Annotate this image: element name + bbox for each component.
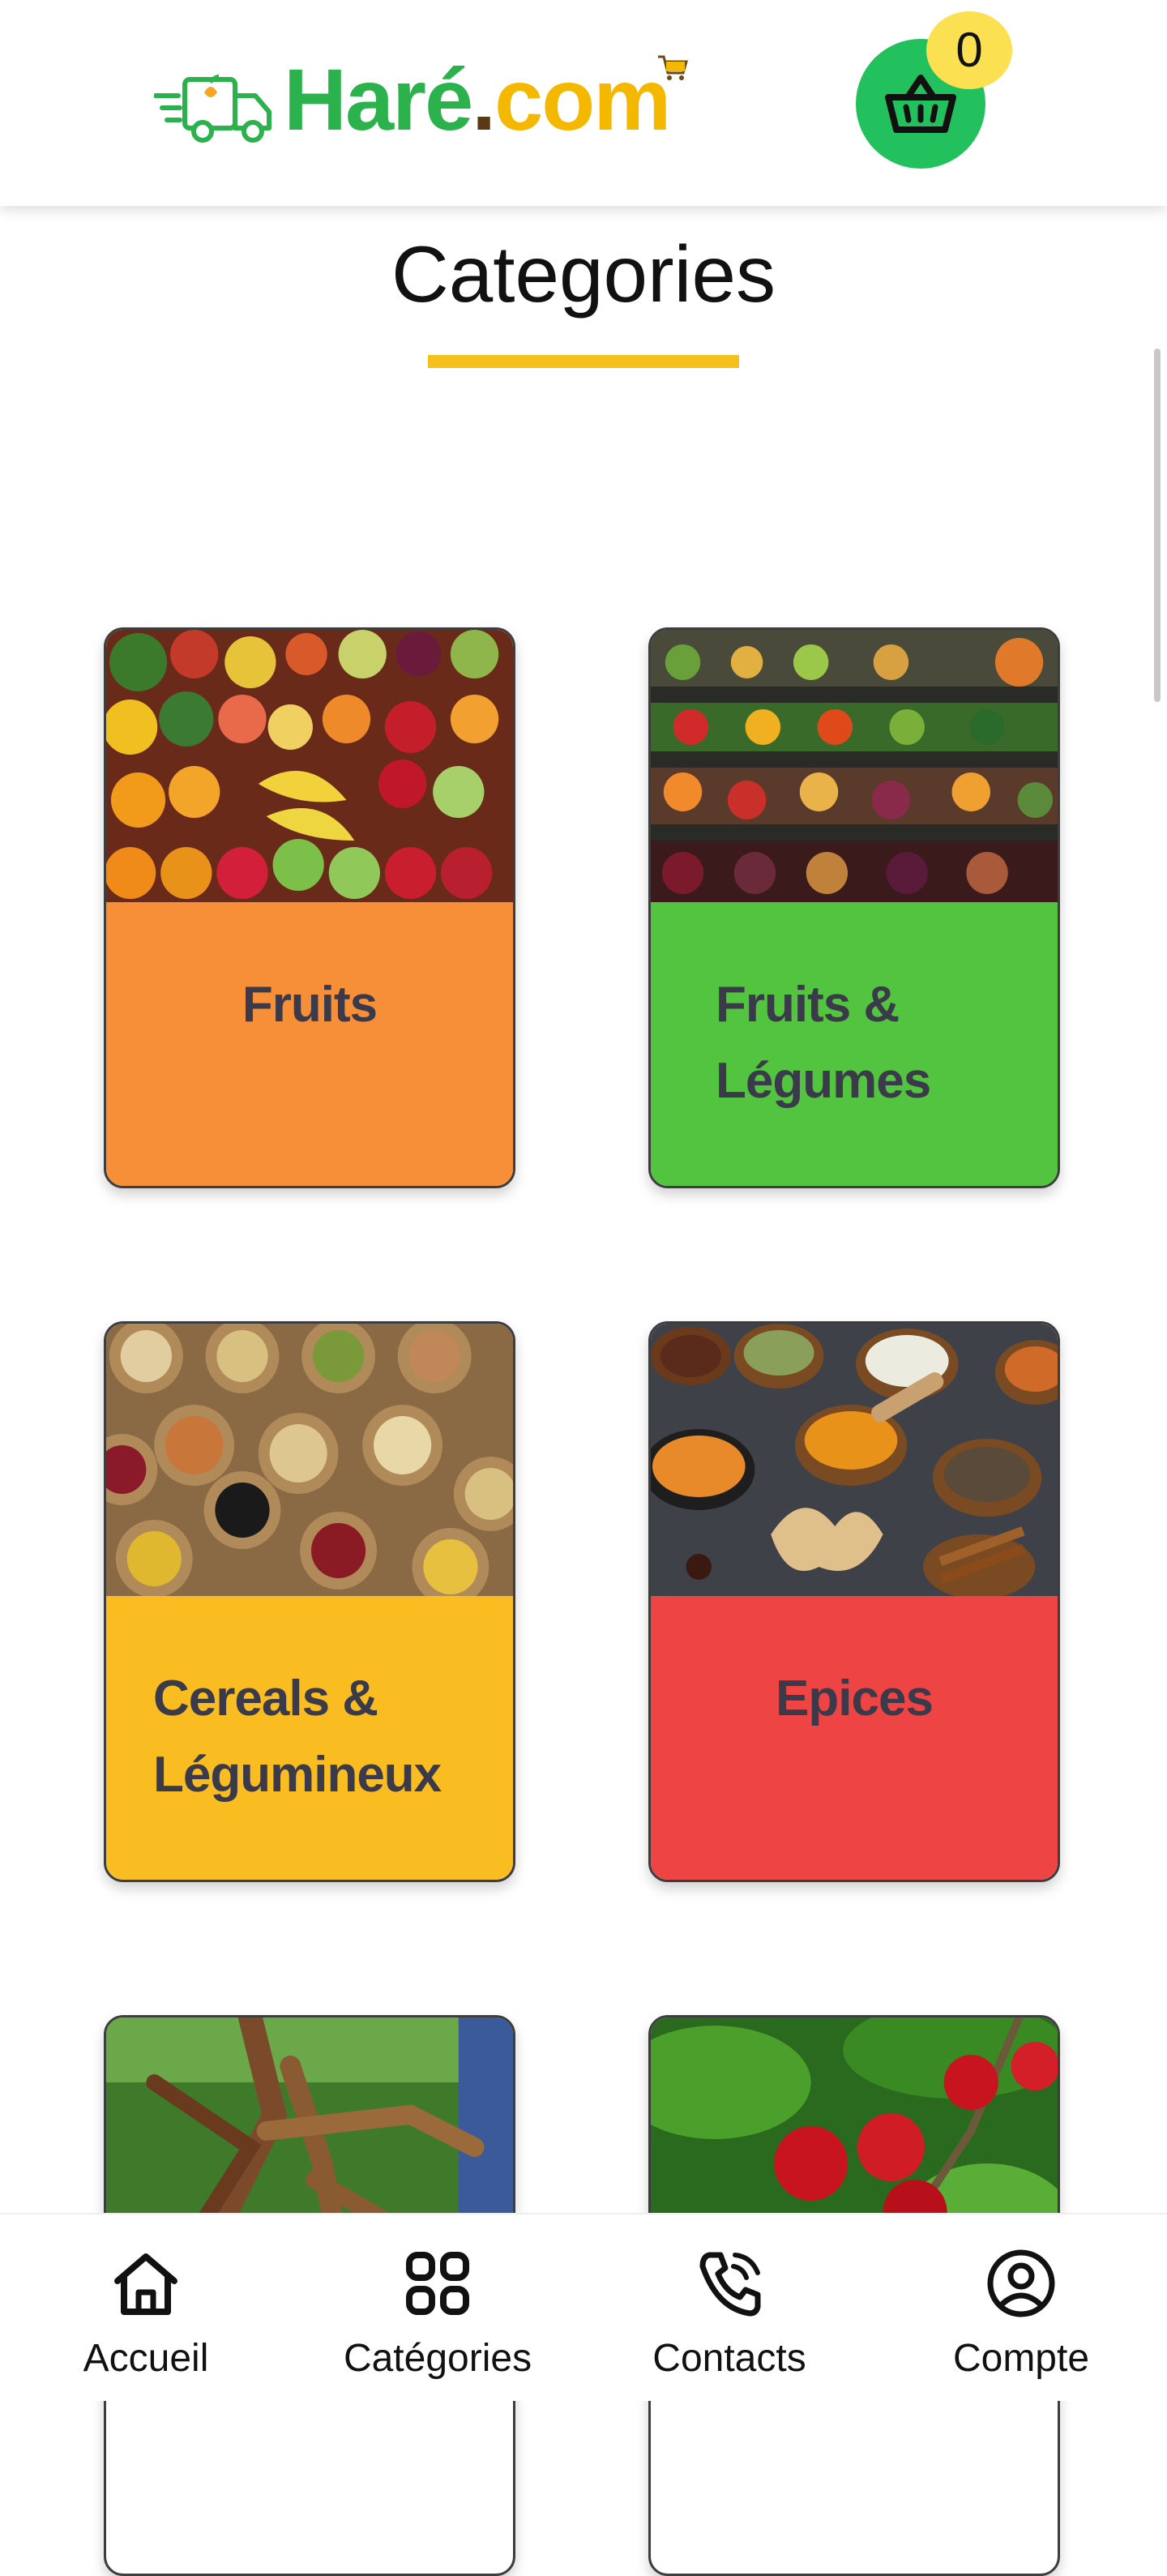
- title-underline: [428, 355, 739, 368]
- cart-icon: [658, 55, 688, 80]
- cart-count-badge: 0: [926, 11, 1012, 89]
- nav-accueil[interactable]: Accueil: [24, 2214, 267, 2401]
- fruit-market-image: [106, 630, 513, 902]
- nav-label: Accueil: [83, 2337, 209, 2380]
- nav-label: Compte: [952, 2337, 1090, 2380]
- category-label: Cereals & Légumineux: [153, 1671, 442, 1803]
- category-label-area: Fruits & Légumes: [651, 902, 1058, 1186]
- category-label-area: Cereals & Légumineux: [106, 1596, 513, 1880]
- scrollbar[interactable]: [1154, 349, 1161, 702]
- category-label-area: Epices: [651, 1596, 1058, 1880]
- app-header: Haré.com 0: [0, 0, 1167, 206]
- grid-icon: [406, 2252, 469, 2315]
- nav-categories[interactable]: Catégories: [316, 2214, 559, 2401]
- nav-contacts[interactable]: Contacts: [608, 2214, 851, 2401]
- delivery-truck-icon: [154, 75, 271, 143]
- category-label: Epices: [776, 1671, 934, 1727]
- user-circle-icon: [987, 2249, 1055, 2317]
- page-title: Categories: [391, 229, 776, 319]
- nav-compte[interactable]: Compte: [900, 2214, 1143, 2401]
- legume-sacks-image: [106, 1324, 513, 1596]
- spice-bowls-image: [651, 1324, 1058, 1596]
- logo-wordmark: Haré.com: [284, 50, 671, 148]
- nav-label: Contacts: [652, 2337, 806, 2380]
- category-card-fruits-legumes[interactable]: Fruits & Légumes: [648, 627, 1060, 1188]
- bottom-nav: Accueil Catégories Contacts Compte: [0, 2213, 1167, 2401]
- hare-logo[interactable]: Haré.com: [154, 49, 697, 146]
- phone-icon: [699, 2252, 761, 2317]
- home-icon: [114, 2253, 177, 2315]
- vegetable-market-image: [651, 630, 1058, 902]
- nav-label: Catégories: [343, 2337, 532, 2380]
- category-card-epices[interactable]: Epices: [648, 1321, 1060, 1882]
- category-card-fruits[interactable]: Fruits: [104, 627, 515, 1188]
- category-label-area: Fruits: [106, 902, 513, 1186]
- category-label: Fruits: [242, 977, 378, 1033]
- category-card-cereals-legumineux[interactable]: Cereals & Légumineux: [104, 1321, 515, 1882]
- category-label: Fruits & Légumes: [716, 977, 931, 1109]
